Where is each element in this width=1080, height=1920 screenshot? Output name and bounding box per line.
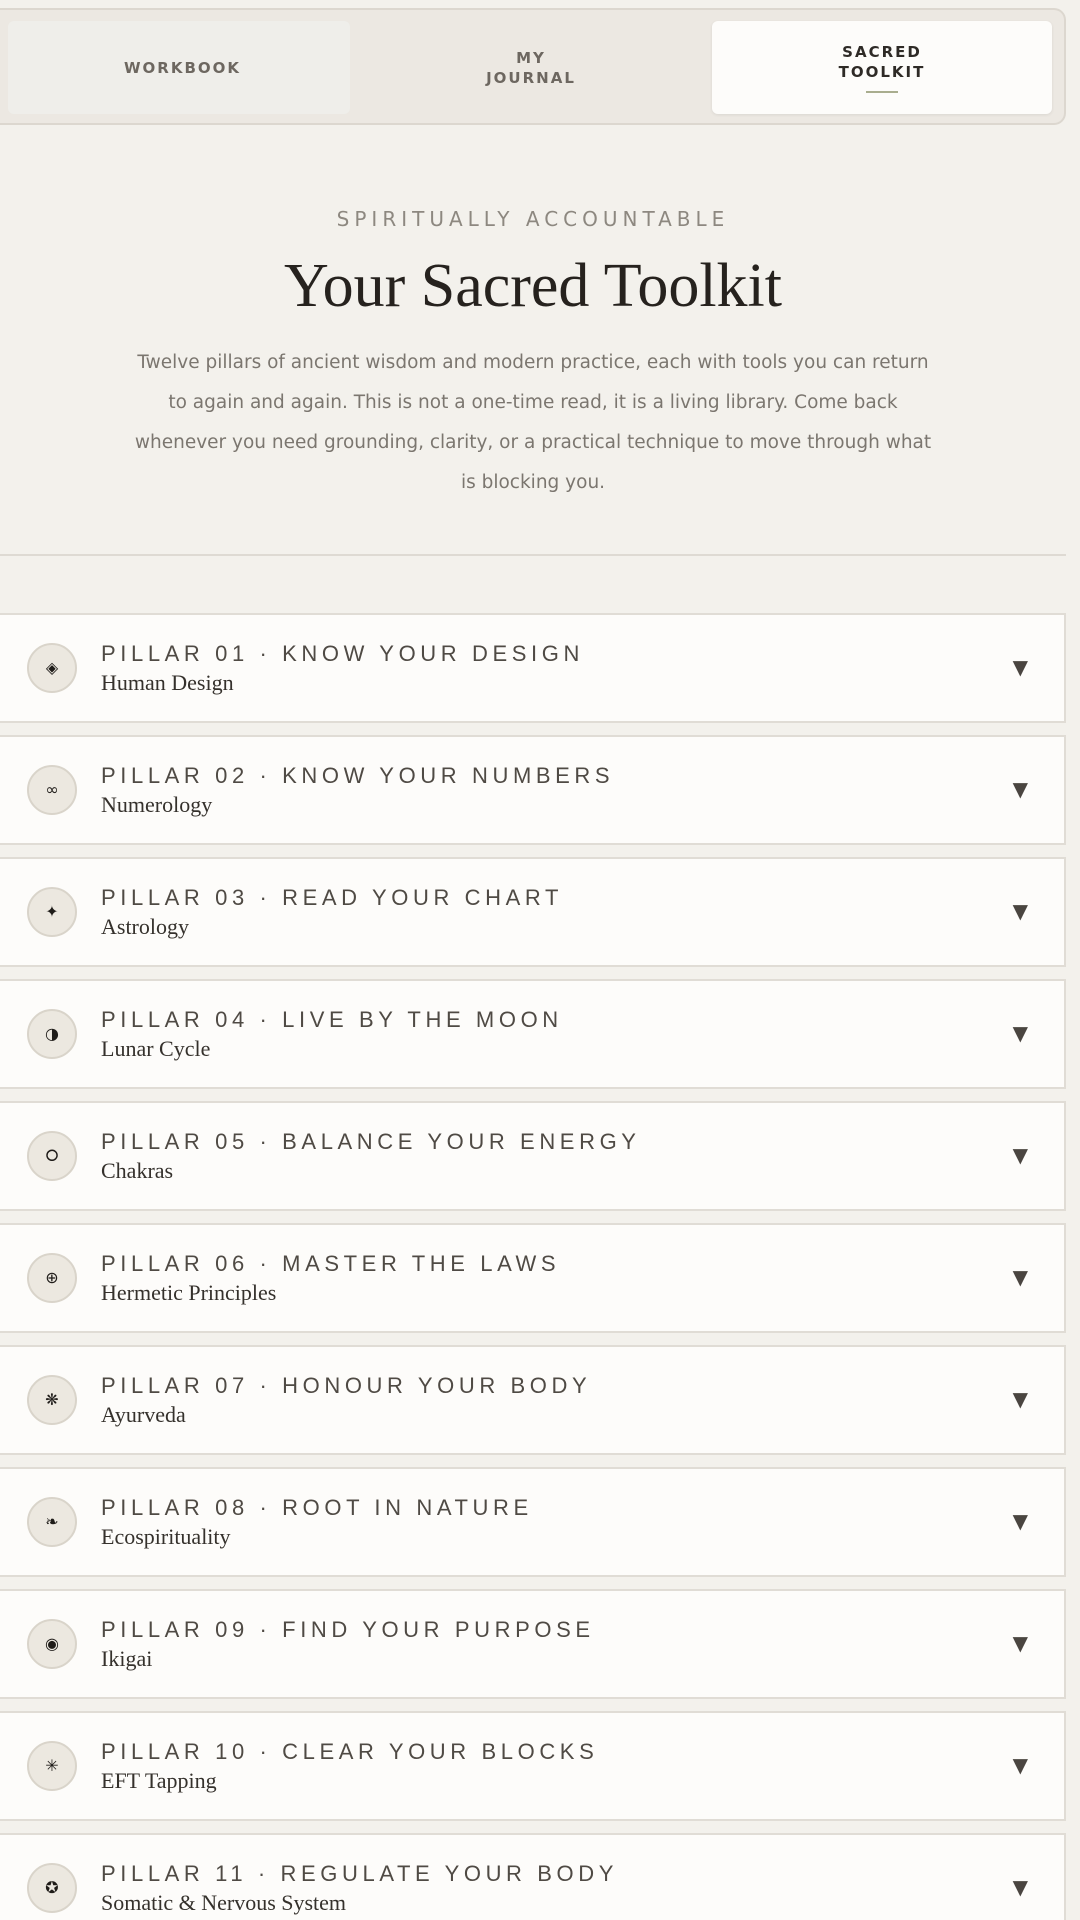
pillar-heading: PILLAR 06 · MASTER THE LAWS (101, 1251, 561, 1276)
circled-plus-icon: ⊕ (27, 1253, 77, 1303)
chevron-down-icon[interactable]: ▼ (1013, 1021, 1028, 1045)
chevron-down-icon[interactable]: ▼ (1013, 1631, 1028, 1655)
pillar-item-03[interactable]: ✦ PILLAR 03 · READ YOUR CHART Astrology … (0, 857, 1066, 967)
pillar-heading: PILLAR 02 · KNOW YOUR NUMBERS (101, 763, 615, 788)
chevron-down-icon[interactable]: ▼ (1013, 1753, 1028, 1777)
pillar-subtitle: Astrology (101, 914, 189, 939)
chevron-down-icon[interactable]: ▼ (1013, 1143, 1028, 1167)
chevron-down-icon[interactable]: ▼ (1013, 655, 1028, 679)
pillar-heading: PILLAR 03 · READ YOUR CHART (101, 885, 564, 910)
tab-sacred-toolkit-label: SACRED TOOLKIT (838, 43, 926, 81)
section-eyebrow: SPIRITUALLY ACCOUNTABLE (336, 207, 730, 231)
pillar-subtitle: Lunar Cycle (101, 1036, 211, 1061)
tab-bar: WORKBOOK MY JOURNAL SACRED TOOLKIT (0, 8, 1066, 125)
asterisk-icon: ✳ (27, 1741, 77, 1791)
pillar-subtitle: Ikigai (101, 1646, 153, 1671)
pillar-subtitle: Numerology (101, 792, 213, 817)
pillar-subtitle: Chakras (101, 1158, 174, 1183)
pillar-item-07[interactable]: ❋ PILLAR 07 · HONOUR YOUR BODY Ayurveda … (0, 1345, 1066, 1455)
target-icon: ◉ (27, 1619, 77, 1669)
pillar-subtitle: Somatic & Nervous System (101, 1890, 347, 1915)
pillar-subtitle: Ecospirituality (101, 1524, 231, 1549)
infinity-icon: ∞ (27, 765, 77, 815)
tab-my-journal[interactable]: MY JOURNAL (360, 21, 702, 114)
chevron-down-icon[interactable]: ▼ (1013, 899, 1028, 923)
pillar-item-09[interactable]: ◉ PILLAR 09 · FIND YOUR PURPOSE Ikigai ▼ (0, 1589, 1066, 1699)
pillar-heading: PILLAR 05 · BALANCE YOUR ENERGY (101, 1129, 641, 1154)
pillar-item-08[interactable]: ❧ PILLAR 08 · ROOT IN NATURE Ecospiritua… (0, 1467, 1066, 1577)
pillar-item-01[interactable]: ◈ PILLAR 01 · KNOW YOUR DESIGN Human Des… (0, 613, 1066, 723)
pillar-item-06[interactable]: ⊕ PILLAR 06 · MASTER THE LAWS Hermetic P… (0, 1223, 1066, 1333)
leaf-icon: ❧ (27, 1497, 77, 1547)
tab-workbook[interactable]: WORKBOOK (8, 21, 350, 114)
star-icon: ✦ (27, 887, 77, 937)
chevron-down-icon[interactable]: ▼ (1013, 1509, 1028, 1533)
pillar-subtitle: Hermetic Principles (101, 1280, 277, 1305)
pillar-item-04[interactable]: ◑ PILLAR 04 · LIVE BY THE MOON Lunar Cyc… (0, 979, 1066, 1089)
tab-workbook-label: WORKBOOK (124, 58, 242, 77)
pillar-item-11[interactable]: ✪ PILLAR 11 · REGULATE YOUR BODY Somatic… (0, 1833, 1066, 1920)
active-tab-indicator (866, 91, 898, 93)
ring-icon: ⭘ (27, 1131, 77, 1181)
pillar-heading: PILLAR 11 · REGULATE YOUR BODY (101, 1861, 619, 1886)
pillar-subtitle: Ayurveda (101, 1402, 186, 1427)
pillar-heading: PILLAR 08 · ROOT IN NATURE (101, 1495, 533, 1520)
tab-sacred-toolkit[interactable]: SACRED TOOLKIT (712, 21, 1052, 114)
chevron-down-icon[interactable]: ▼ (1013, 1387, 1028, 1411)
chevron-down-icon[interactable]: ▼ (1013, 1875, 1028, 1899)
pillar-item-10[interactable]: ✳ PILLAR 10 · CLEAR YOUR BLOCKS EFT Tapp… (0, 1711, 1066, 1821)
pillar-item-05[interactable]: ⭘ PILLAR 05 · BALANCE YOUR ENERGY Chakra… (0, 1101, 1066, 1211)
pillar-item-02[interactable]: ∞ PILLAR 02 · KNOW YOUR NUMBERS Numerolo… (0, 735, 1066, 845)
chevron-down-icon[interactable]: ▼ (1013, 777, 1028, 801)
circled-star-icon: ✪ (27, 1863, 77, 1913)
chevron-down-icon[interactable]: ▼ (1013, 1265, 1028, 1289)
pillar-heading: PILLAR 04 · LIVE BY THE MOON (101, 1007, 563, 1032)
flower-icon: ❋ (27, 1375, 77, 1425)
page-description: Twelve pillars of ancient wisdom and mod… (134, 352, 932, 493)
diamond-icon: ◈ (27, 643, 77, 693)
pillar-heading: PILLAR 01 · KNOW YOUR DESIGN (101, 641, 584, 666)
page-title: Your Sacred Toolkit (284, 252, 782, 320)
pillar-heading: PILLAR 07 · HONOUR YOUR BODY (101, 1373, 592, 1398)
pillar-heading: PILLAR 09 · FIND YOUR PURPOSE (101, 1617, 595, 1642)
tab-my-journal-label: MY JOURNAL (486, 48, 576, 87)
half-moon-icon: ◑ (27, 1009, 77, 1059)
pillar-subtitle: EFT Tapping (101, 1768, 217, 1793)
section-divider (0, 554, 1066, 556)
pillar-list: ◈ PILLAR 01 · KNOW YOUR DESIGN Human Des… (0, 613, 1066, 1920)
pillar-heading: PILLAR 10 · CLEAR YOUR BLOCKS (101, 1739, 599, 1764)
pillar-subtitle: Human Design (101, 670, 234, 695)
